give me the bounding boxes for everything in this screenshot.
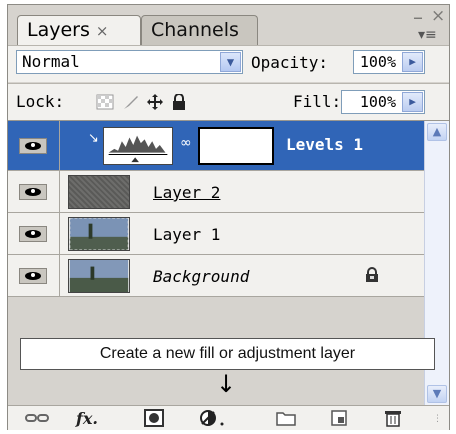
close-panel-icon[interactable]: × [431,6,445,26]
resize-grip-icon[interactable]: ⋮ [433,414,442,432]
layer-style-fx-icon[interactable]: fx. [76,409,98,428]
eye-icon[interactable] [19,137,47,154]
blend-opacity-row: Normal ▼ Opacity: 100% ▶ [8,45,449,82]
scroll-up-icon[interactable]: ▲ [427,123,447,141]
add-mask-icon[interactable] [144,409,164,427]
layer-row-layer-1[interactable]: Layer 1 [8,213,424,255]
layer-mask-thumbnail [198,127,274,165]
link-layers-icon[interactable] [24,409,50,427]
opacity-slider-arrow-icon[interactable]: ▶ [402,52,423,72]
eye-icon[interactable] [19,267,47,284]
visibility-toggle[interactable] [8,213,60,254]
visibility-toggle[interactable] [8,255,60,296]
scroll-down-icon[interactable]: ▼ [427,385,447,403]
mask-link-icon[interactable]: ∞ [180,135,192,151]
lock-pixels-brush-icon[interactable] [122,94,140,110]
tooltip: Create a new fill or adjustment layer [20,338,435,370]
expand-arrow-icon[interactable]: ↘ [88,131,99,146]
pointer-arrow-icon: ↓ [216,370,237,398]
panel-tab-bar: Layers × Channels – × ▾≡ [8,5,449,45]
tab-channels-label: Channels [151,19,239,41]
lock-transparency-icon[interactable] [96,94,114,110]
lock-position-move-icon[interactable] [146,94,164,110]
tab-channels[interactable]: Channels [141,15,258,45]
layer-row-levels-1[interactable]: ↘ ∞ Levels 1 [8,121,424,171]
lock-label: Lock: [16,92,65,111]
levels-histogram-thumbnail-icon [103,127,173,165]
layers-bottom-toolbar: fx. ⋮ [8,405,449,430]
layer-name-layer-2[interactable]: Layer 2 [153,183,220,202]
blend-mode-select[interactable]: Normal ▼ [16,50,243,74]
tab-layers[interactable]: Layers × [17,15,141,45]
layer-thumbnail [68,175,130,209]
fill-label: Fill: [293,92,342,111]
layer-thumbnail [68,259,130,293]
eye-icon[interactable] [19,225,47,242]
panel-menu-icon[interactable]: ▾≡ [418,27,437,43]
visibility-toggle[interactable] [8,171,60,212]
new-group-icon[interactable] [275,409,297,427]
layer-row-layer-2[interactable]: Layer 2 [8,171,424,213]
new-layer-icon[interactable] [329,409,349,427]
chevron-down-icon[interactable]: ▼ [220,52,241,72]
opacity-label: Opacity: [251,53,329,72]
fill-value: 100% [359,93,396,111]
fill-slider-arrow-icon[interactable]: ▶ [402,92,423,112]
layer-name-background[interactable]: Background [153,267,249,286]
adjustment-layer-icon[interactable] [198,409,226,427]
lock-icon [366,267,378,282]
fx-label: fx [76,409,93,428]
visibility-toggle[interactable] [8,121,60,170]
lock-fill-row: Lock: Fill: 100% ▶ [8,83,449,121]
layer-name-levels-1[interactable]: Levels 1 [286,135,363,154]
blend-mode-value: Normal [22,52,80,71]
tab-layers-label: Layers [27,19,90,41]
minimize-icon[interactable]: – [413,5,423,29]
opacity-value: 100% [359,53,396,71]
fill-field[interactable]: 100% ▶ [341,90,425,114]
lock-all-icon[interactable] [170,94,188,110]
layer-row-background[interactable]: Background [8,255,424,297]
layer-name-layer-1[interactable]: Layer 1 [153,225,220,244]
opacity-field[interactable]: 100% ▶ [353,50,425,74]
tab-close-icon[interactable]: × [96,22,109,40]
delete-layer-icon[interactable] [383,409,403,427]
eye-icon[interactable] [19,183,47,200]
layer-thumbnail [68,217,130,251]
